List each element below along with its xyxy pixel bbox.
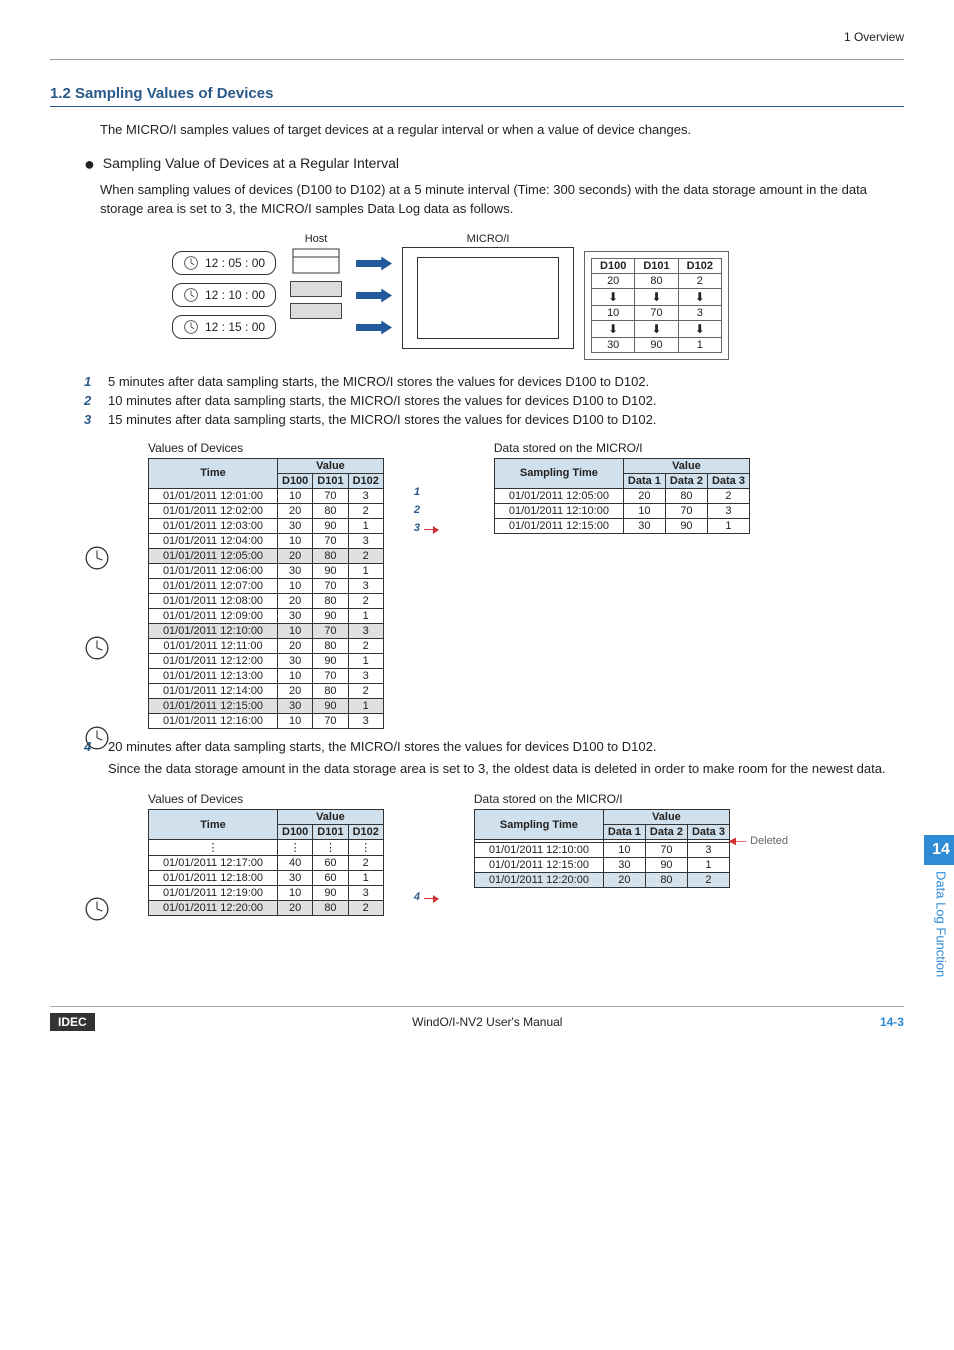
clock-icon (84, 725, 110, 751)
arrow-icon (356, 257, 392, 271)
table-row: 01/01/2011 12:17:0040602 (149, 856, 384, 871)
clock-icon (183, 319, 199, 335)
host-icon (286, 247, 346, 319)
table-block-1: Values of Devices TimeValue D100D101D102… (90, 441, 904, 729)
table-row: 01/01/2011 12:15:0030901 (494, 518, 749, 533)
clock-icon (84, 896, 110, 922)
table-row: 01/01/2011 12:15:0030901 (149, 698, 384, 713)
table-row: 01/01/2011 12:03:0030901 (149, 518, 384, 533)
footer-title: WindO/I-NV2 User's Manual (412, 1015, 562, 1029)
chapter-tab: 14 Data Log Function (928, 835, 954, 1005)
table-row: 01/01/2011 12:04:0010703 (149, 533, 384, 548)
table-row: 01/01/2011 12:05:0020802 (494, 488, 749, 503)
table-row: 01/01/2011 12:20:0020802 (149, 901, 384, 916)
page-footer: IDEC WindO/I-NV2 User's Manual 14-3 (50, 1006, 904, 1031)
table-row: 01/01/2011 12:10:0010703 (494, 503, 749, 518)
chapter-number: 14 (924, 835, 954, 865)
table-row: ⋮⋮⋮⋮ (149, 840, 384, 856)
table-row: 01/01/2011 12:14:0020802 (149, 683, 384, 698)
subheading-1-text: Sampling Value of Devices at a Regular I… (103, 155, 399, 171)
table-row: 01/01/2011 12:07:0010703 (149, 578, 384, 593)
chapter-name: Data Log Function (934, 871, 949, 977)
table-row: 01/01/2011 12:10:0010703 (149, 623, 384, 638)
step-1: 15 minutes after data sampling starts, t… (84, 374, 904, 389)
table-row: 01/01/2011 12:20:0020802 (474, 873, 729, 888)
host-label: Host (305, 233, 328, 245)
arrow-icon (356, 321, 392, 335)
table-row: 01/01/2011 12:08:0020802 (149, 593, 384, 608)
table-row: 01/01/2011 12:09:0030901 (149, 608, 384, 623)
clock-icon (84, 635, 110, 661)
clock-icon (183, 255, 199, 271)
intro-text: The MICRO/I samples values of target dev… (100, 121, 904, 140)
page-number: 14-3 (880, 1015, 904, 1029)
brand-logo: IDEC (50, 1013, 95, 1031)
table-row: 01/01/2011 12:11:0020802 (149, 638, 384, 653)
left-caption: Values of Devices (148, 441, 384, 455)
table-row: 01/01/2011 12:15:0030901 (474, 858, 729, 873)
section-title: 1.2 Sampling Values of Devices (50, 85, 904, 107)
sub1-text: When sampling values of devices (D100 to… (100, 181, 904, 219)
table-row: 01/01/2011 12:18:0030601 (149, 871, 384, 886)
step-4-note: Since the data storage amount in the dat… (108, 760, 904, 779)
left-caption-2: Values of Devices (148, 792, 384, 806)
sampling-diagram: 12 : 05 : 00 12 : 10 : 00 12 : 15 : 00 H… (172, 233, 832, 360)
table-row: 01/01/2011 12:19:0010903 (149, 886, 384, 901)
clock-icon (84, 545, 110, 571)
table-row: 01/01/2011 12:06:0030901 (149, 563, 384, 578)
clock-time-1: 12 : 05 : 00 (172, 251, 276, 275)
bullet-icon: ● (84, 154, 95, 174)
deleted-callout: ◀—Deleted (728, 832, 788, 847)
clock-time-3: 12 : 15 : 00 (172, 315, 276, 339)
microi-label: MICRO/I (467, 233, 510, 245)
table-row: 01/01/2011 12:02:0020802 (149, 503, 384, 518)
table-row: 01/01/2011 12:16:0010703 (149, 713, 384, 728)
subheading-1: ● Sampling Value of Devices at a Regular… (84, 154, 904, 175)
header-section: 1 Overview (50, 30, 904, 44)
table-row: 01/01/2011 12:10:0010703 (474, 843, 729, 858)
table-row: 01/01/2011 12:01:0010703 (149, 488, 384, 503)
step-2: 210 minutes after data sampling starts, … (84, 393, 904, 408)
arrow-icon (356, 289, 392, 303)
table-block-2: Values of Devices TimeValue D100D101D102… (90, 792, 904, 916)
table-row: 01/01/2011 12:05:0020802 (149, 548, 384, 563)
step-3: 315 minutes after data sampling starts, … (84, 412, 904, 427)
right-caption: Data stored on the MICRO/I (494, 441, 750, 455)
right-caption-2: Data stored on the MICRO/I (474, 792, 730, 806)
microi-device-icon (402, 247, 574, 349)
table-row: 01/01/2011 12:12:0030901 (149, 653, 384, 668)
clock-time-2: 12 : 10 : 00 (172, 283, 276, 307)
device-values-box: D100D101D102 20802 ⬇⬇⬇ 10703 ⬇⬇⬇ 30901 (584, 251, 729, 360)
step-4: 420 minutes after data sampling starts, … (84, 739, 904, 754)
table-row: 01/01/2011 12:13:0010703 (149, 668, 384, 683)
clock-icon (183, 287, 199, 303)
